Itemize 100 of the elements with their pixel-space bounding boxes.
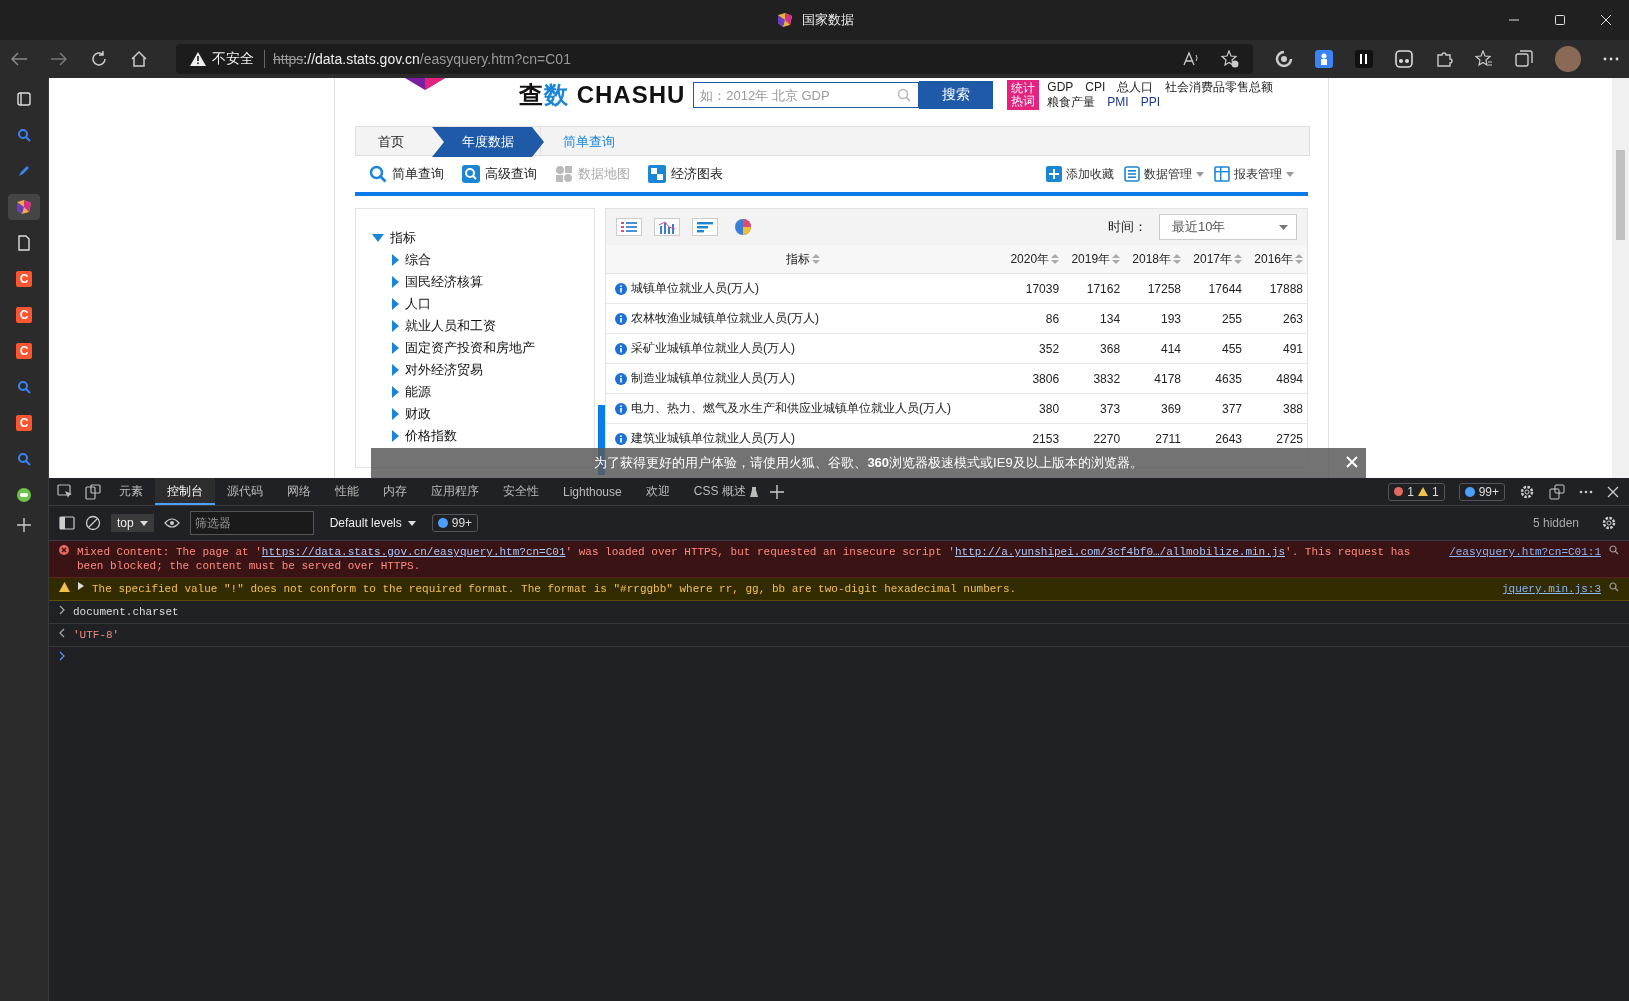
devtools-tab[interactable]: 安全性 — [491, 478, 551, 505]
table-cell: 380 — [1002, 393, 1064, 424]
column-header[interactable]: 2018年 — [1124, 245, 1186, 274]
tree-item[interactable]: 综合 — [392, 249, 431, 271]
favicon-icon: C — [16, 271, 32, 287]
indicator-name[interactable]: 制造业城镇单位就业人员(万人) — [631, 370, 795, 387]
hot-words-badge: 统计 热词 — [1007, 80, 1040, 110]
hot-word-link[interactable]: CPI — [1085, 80, 1106, 95]
table-cell: 255 — [1185, 303, 1246, 334]
table-cell: 368 — [1063, 333, 1125, 364]
messages-counter[interactable]: 99+ — [431, 514, 479, 532]
query-tab[interactable]: 经济图表 — [648, 165, 723, 183]
tree-item[interactable]: 能源 — [392, 381, 431, 403]
devtools-tab[interactable]: 源代码 — [215, 478, 275, 505]
devtools-tab[interactable]: Lighthouse — [551, 478, 634, 505]
devtools-tab[interactable]: 网络 — [275, 478, 323, 505]
time-select[interactable]: 最近10年 — [1159, 214, 1297, 240]
devtools-tab[interactable]: 内存 — [371, 478, 419, 505]
action-button[interactable]: 数据管理 — [1124, 165, 1204, 183]
table-cell: 17644 — [1185, 273, 1246, 304]
hot-word-link[interactable]: 粮食产量 — [1047, 95, 1096, 110]
column-header[interactable]: 2016年 — [1246, 245, 1307, 274]
table-cell: 377 — [1185, 393, 1246, 424]
security-warning[interactable]: 不安全 — [190, 50, 265, 68]
table-cell: 86 — [1002, 303, 1064, 334]
indicator-name[interactable]: 建筑业城镇单位就业人员(万人) — [631, 430, 795, 447]
devtools-tab[interactable]: 欢迎 — [633, 478, 682, 505]
hot-word-link[interactable]: 总人口 — [1117, 80, 1154, 95]
table-cell: 17162 — [1063, 273, 1125, 304]
table-cell: 4635 — [1185, 363, 1246, 394]
table-cell: 263 — [1246, 303, 1307, 334]
table-cell: 3806 — [1002, 363, 1064, 394]
action-button[interactable]: 添加收藏 — [1046, 165, 1114, 183]
link[interactable]: http://a.yunshipei.com/3cf4bf0…/allmobilize.min.js — [954, 546, 1286, 558]
tree-item[interactable]: 人口 — [392, 293, 431, 315]
command-text: document.charset — [73, 605, 179, 619]
devtools-tab[interactable]: 元素 — [107, 478, 155, 505]
indicator-name[interactable]: 采矿业城镇单位就业人员(万人) — [631, 340, 795, 357]
table-cell: 373 — [1063, 393, 1125, 424]
source-link[interactable]: jquery.min.js:3 — [1501, 582, 1601, 596]
devtools-tab[interactable]: CSS 概述 — [681, 478, 770, 505]
window-title: 国家数据 — [801, 11, 854, 29]
table-cell: 17888 — [1246, 273, 1307, 304]
table-cell: 369 — [1124, 393, 1186, 424]
indicator-name[interactable]: 电力、热力、燃气及水生产和供应业城镇单位就业人员(万人) — [631, 400, 951, 417]
column-header[interactable]: 2020年 — [1002, 245, 1064, 274]
devtools-tab[interactable]: 应用程序 — [419, 478, 491, 505]
table-cell: 3832 — [1063, 363, 1125, 394]
console-message: The specified value "!" does not conform to the required format. The format is "#rrggbb" where rr, gg, bb are two-digit hexadecimal numbers. — [92, 582, 1018, 596]
link[interactable]: https://data.stats.gov.cn/easyquery.htm?cn=C01 — [261, 546, 566, 558]
devtools-tab[interactable]: 控制台 — [155, 478, 215, 505]
tree-item[interactable]: 对外经济贸易 — [392, 359, 483, 381]
hot-word-link[interactable]: 社会消费品零售总额 — [1165, 80, 1274, 95]
table-cell: 17258 — [1124, 273, 1186, 304]
time-label: 时间： — [1108, 218, 1147, 236]
tree-item[interactable]: 国民经济核算 — [392, 271, 483, 293]
search-field[interactable]: 如：2012年 北京 GDP — [693, 82, 920, 108]
query-tab[interactable]: 简单查询 — [369, 165, 444, 183]
hot-word-link[interactable]: PMI — [1107, 95, 1129, 110]
source-link[interactable]: /easyquery.htm?cn=C01:1 — [1449, 545, 1601, 559]
levels-dropdown[interactable]: Default levels — [323, 515, 422, 531]
table-cell: 388 — [1246, 393, 1307, 424]
table-cell: 414 — [1124, 333, 1186, 364]
table-cell: 455 — [1185, 333, 1246, 364]
column-header[interactable]: 2017年 — [1185, 245, 1246, 274]
action-button[interactable]: 报表管理 — [1214, 165, 1294, 183]
tree-item[interactable]: 就业人员和工资 — [392, 315, 496, 337]
tree-item[interactable]: 指标 — [372, 227, 416, 249]
indicator-name[interactable]: 城镇单位就业人员(万人) — [631, 280, 759, 297]
context-select[interactable]: top — [111, 514, 154, 532]
hot-word-link[interactable]: GDP — [1047, 80, 1074, 95]
issues-counter[interactable]: 1 1 — [1388, 482, 1445, 501]
search-button[interactable]: 搜索 — [919, 81, 994, 109]
breadcrumb-link[interactable]: 首页 — [356, 127, 432, 157]
indicator-name[interactable]: 农林牧渔业城镇单位就业人员(万人) — [631, 310, 819, 327]
hidden-count: 5 hidden — [1532, 516, 1579, 530]
hot-word-link[interactable]: PPI — [1140, 95, 1161, 110]
tree-item[interactable]: 财政 — [392, 403, 431, 425]
table-cell: 17039 — [1002, 273, 1064, 304]
filter-field[interactable]: 筛选器 — [189, 511, 314, 535]
table-cell: 4178 — [1124, 363, 1186, 394]
favicon-icon: C — [16, 343, 32, 359]
console-message: Mixed Content: The page at 'https://data.stats.gov.cn/easyquery.htm?cn=C01' was loaded over HTTPS, but requested an insecure script 'http://a.yunshipei.com/3cf4bf0…/allmobilize.min.js'. This request has been blocked; the content must be served over HTTPS. — [77, 545, 1412, 573]
notice-text: 为了获得更好的用户体验，请使用火狐、谷歌、360浏览器极速模式或IE9及以上版本的浏览器。 — [594, 454, 1143, 472]
devtools-tab[interactable]: 性能 — [323, 478, 371, 505]
table-cell: 4894 — [1246, 363, 1307, 394]
address-bar[interactable]: 不安全 https://data.stats.gov.cn/easyquery.htm?cn=C01 — [176, 44, 1253, 74]
favicon-icon: C — [16, 307, 32, 323]
breadcrumb-link[interactable]: 年度数据 — [432, 127, 544, 157]
result-text: 'UTF-8' — [73, 628, 120, 642]
table-cell: 491 — [1246, 333, 1307, 364]
favicon-icon: C — [16, 415, 32, 431]
tree-item[interactable]: 价格指数 — [392, 425, 457, 447]
column-header[interactable]: 2019年 — [1063, 245, 1125, 274]
column-header[interactable]: 指标 — [606, 245, 1003, 274]
table-cell: 193 — [1124, 303, 1186, 334]
query-tab[interactable]: 高级查询 — [462, 165, 537, 183]
messages-counter[interactable]: 99+ — [1458, 482, 1505, 501]
tree-item[interactable]: 固定资产投资和房地产 — [392, 337, 535, 359]
url-text: https://data.stats.gov.cn/easyquery.htm?cn=C01 — [273, 51, 571, 67]
